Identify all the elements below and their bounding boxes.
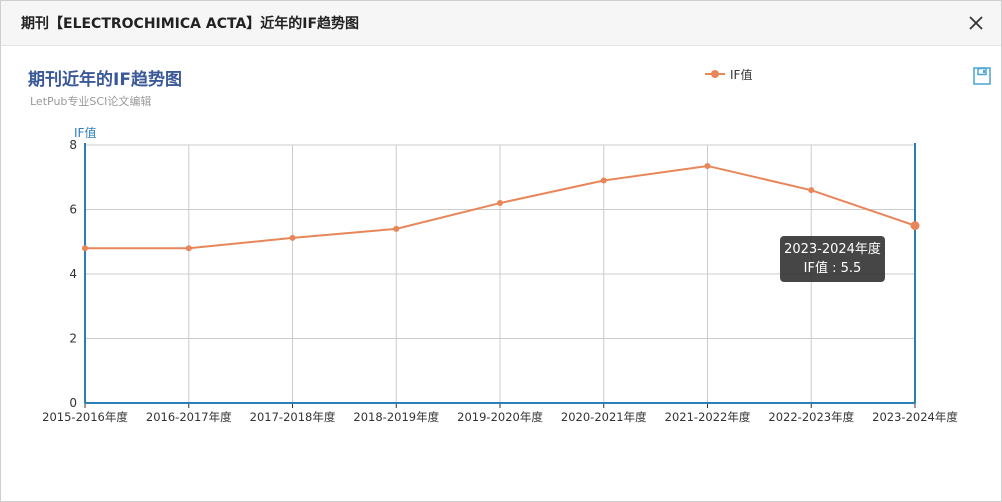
y-tick-label: 0 [69, 396, 77, 410]
data-point [393, 225, 400, 232]
data-point [910, 221, 920, 231]
data-point [185, 245, 192, 252]
y-tick-label: 6 [69, 203, 77, 217]
chart-tooltip: 2023-2024年度 IF值 : 5.5 [780, 236, 885, 282]
x-tick-label: 2023-2024年度 [872, 410, 958, 424]
data-point [82, 245, 88, 252]
data-point [704, 162, 711, 169]
x-tick-label: 2018-2019年度 [353, 410, 439, 424]
data-point [600, 177, 607, 184]
x-tick-label: 2017-2018年度 [250, 410, 336, 424]
y-axis-label: IF值 [74, 126, 97, 140]
x-tick-label: 2015-2016年度 [42, 410, 128, 424]
save-image-button[interactable] [972, 66, 992, 86]
tooltip-category: 2023-2024年度 [784, 242, 881, 257]
tooltip-value: IF值 : 5.5 [803, 261, 862, 276]
x-tick-label: 2021-2022年度 [665, 410, 751, 424]
y-tick-label: 4 [69, 267, 77, 281]
legend-label: IF值 [730, 68, 753, 82]
data-point [497, 200, 503, 207]
x-tick-label: 2016-2017年度 [146, 410, 232, 424]
chart-title: 期刊近年的IF趋势图 [28, 70, 182, 90]
x-tick-label: 2019-2020年度 [457, 410, 543, 424]
data-point [289, 234, 296, 241]
save-icon [973, 67, 991, 85]
chart-subtitle: LetPub专业SCI论文编辑 [30, 95, 152, 108]
x-tick-label: 2020-2021年度 [561, 410, 647, 424]
data-point [808, 187, 815, 194]
legend-line-icon [705, 70, 725, 78]
y-tick-label: 2 [69, 332, 77, 346]
x-tick-label: 2022-2023年度 [768, 410, 854, 424]
